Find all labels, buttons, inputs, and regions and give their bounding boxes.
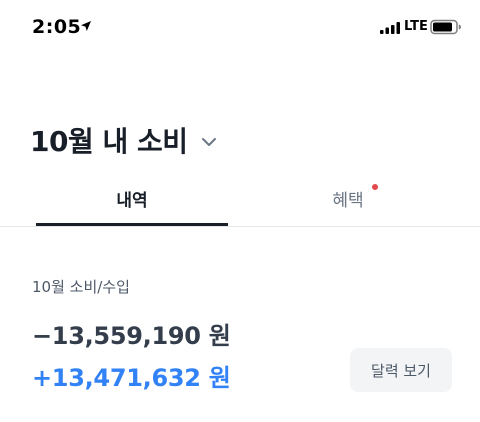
- income-amount: +13,471,632 원: [32, 364, 231, 392]
- status-time: 2:05: [32, 16, 82, 38]
- status-bar: 2:05 LTE: [0, 0, 480, 56]
- location-arrow-icon: [81, 21, 91, 31]
- month-selector[interactable]: 10월 내 소비: [30, 120, 218, 160]
- calendar-view-button[interactable]: 달력 보기: [350, 348, 452, 392]
- chevron-down-icon: [201, 138, 216, 146]
- battery-icon: [430, 19, 461, 35]
- cellular-signal-icon: [380, 22, 400, 34]
- page-title: 10월 내 소비: [30, 125, 188, 158]
- tab-history[interactable]: 내역: [36, 170, 228, 226]
- tab-bar: 내역 혜택: [0, 170, 480, 227]
- expense-amount: −13,559,190 원: [32, 322, 231, 350]
- summary-label: 10월 소비/수입: [32, 278, 130, 296]
- new-badge-dot: [372, 184, 378, 190]
- network-type: LTE: [404, 19, 428, 34]
- active-tab-indicator: [36, 223, 228, 226]
- tab-benefits[interactable]: 혜택: [252, 170, 444, 226]
